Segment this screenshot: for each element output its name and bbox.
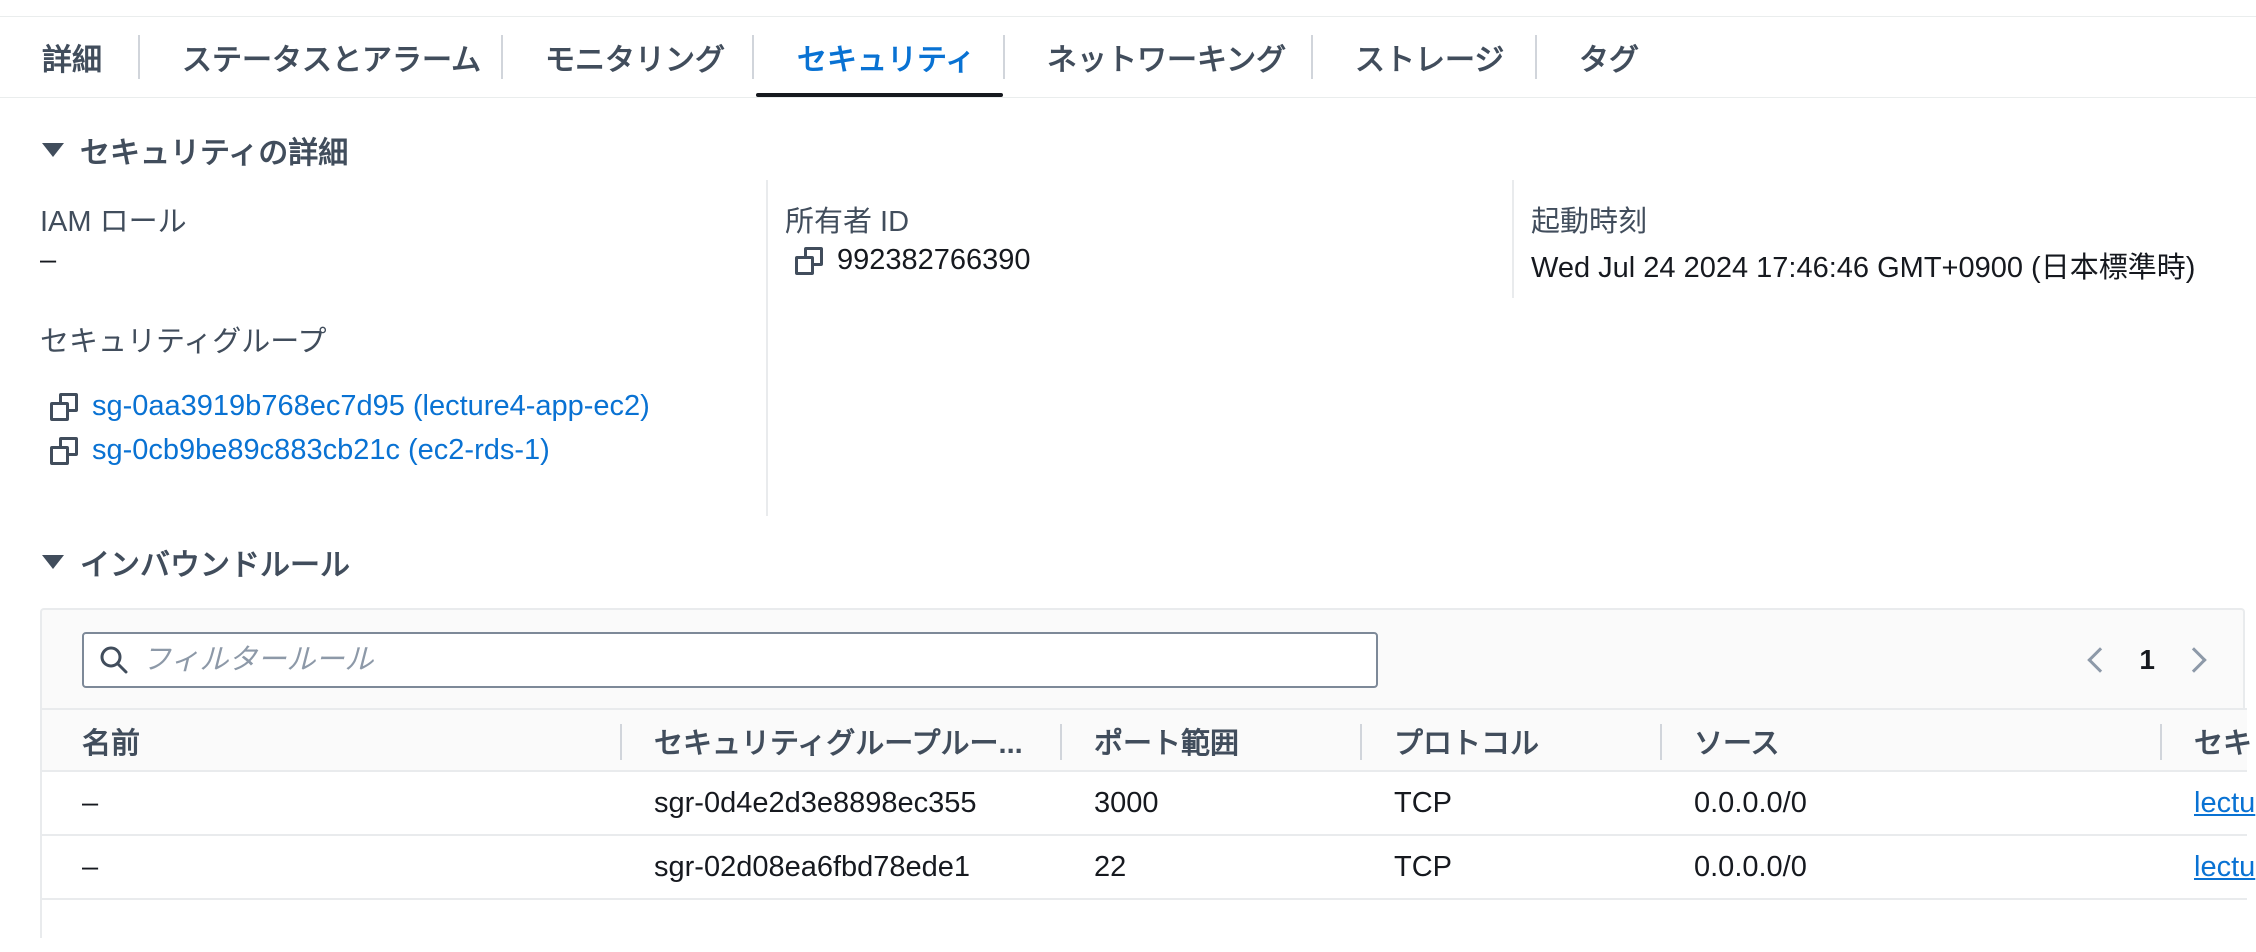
column-header-protocol[interactable]: プロトコル <box>1394 710 1539 772</box>
security-group-link[interactable]: sg-0aa3919b768ec7d95 (lecture4-app-ec2) <box>50 390 650 423</box>
copy-icon[interactable] <box>50 436 78 465</box>
owner-id-value: 992382766390 <box>837 244 1031 276</box>
chevron-left-icon[interactable] <box>2087 647 2114 673</box>
table-row: – sgr-0d4e2d3e8898ec355 3000 TCP 0.0.0.0… <box>42 772 2255 836</box>
owner-id-row: 992382766390 <box>795 244 1031 277</box>
column-divider <box>766 180 768 516</box>
tab-divider <box>1311 35 1313 79</box>
column-resizer[interactable] <box>1660 724 1662 760</box>
cell-protocol: TCP <box>1394 850 1452 883</box>
cell-name: – <box>82 850 99 883</box>
cell-name: – <box>82 786 99 819</box>
tab-tags[interactable]: タグ <box>1579 17 1639 97</box>
tab-divider <box>501 35 503 79</box>
column-resizer[interactable] <box>620 724 622 760</box>
filter-input[interactable] <box>142 643 1342 677</box>
tab-security[interactable]: セキュリティ <box>797 17 975 97</box>
cell-port: 22 <box>1094 850 1127 883</box>
column-divider <box>1512 180 1514 298</box>
inbound-rules-toggle[interactable]: インバウンドルール <box>42 542 350 582</box>
cell-protocol: TCP <box>1394 786 1452 819</box>
column-resizer[interactable] <box>2160 724 2162 760</box>
tab-details[interactable]: 詳細 <box>42 17 102 97</box>
cell-source: 0.0.0.0/0 <box>1694 850 1807 883</box>
cell-rule-id: sgr-0d4e2d3e8898ec355 <box>654 786 977 819</box>
iam-role-value: – <box>40 244 57 276</box>
column-header-source[interactable]: ソース <box>1694 710 1780 772</box>
page-number[interactable]: 1 <box>2139 644 2155 676</box>
security-groups-label: セキュリティグループ <box>40 326 327 358</box>
inbound-rules-heading: インバウンドルール <box>80 549 350 582</box>
security-group-link[interactable]: sg-0cb9be89c883cb21c (ec2-rds-1) <box>50 434 550 467</box>
pagination: 1 <box>2087 634 2207 686</box>
copy-icon[interactable] <box>795 246 823 275</box>
caret-down-icon <box>42 143 64 157</box>
tab-divider <box>1535 35 1537 79</box>
table-header: 名前 セキュリティグループルー... ポート範囲 プロトコル ソース セキ <box>42 708 2252 772</box>
inbound-rules-table: 1 名前 セキュリティグループルー... ポート範囲 プロトコル ソース セキ … <box>40 608 2255 940</box>
table-row: – sgr-02d08ea6fbd78ede1 22 TCP 0.0.0.0/0… <box>42 836 2255 900</box>
column-header-security-group[interactable]: セキ <box>2194 710 2252 772</box>
cell-port: 3000 <box>1094 786 1159 819</box>
tab-monitoring[interactable]: モニタリング <box>545 17 725 97</box>
tab-storage[interactable]: ストレージ <box>1355 17 1504 97</box>
column-header-port[interactable]: ポート範囲 <box>1094 710 1239 772</box>
iam-role-label: IAM ロール <box>40 206 187 238</box>
column-resizer[interactable] <box>1360 724 1362 760</box>
tab-bar: 詳細 ステータスとアラーム モニタリング セキュリティ ネットワーキング ストレ… <box>0 16 2256 98</box>
copy-icon[interactable] <box>50 392 78 421</box>
security-group-label[interactable]: sg-0aa3919b768ec7d95 (lecture4-app-ec2) <box>92 390 650 423</box>
cell-security-group-link[interactable]: lectu <box>2194 772 2255 834</box>
chevron-right-icon[interactable] <box>2181 647 2207 673</box>
tab-divider <box>1003 35 1005 79</box>
security-details-heading: セキュリティの詳細 <box>80 137 349 170</box>
column-header-name[interactable]: 名前 <box>82 710 140 772</box>
column-resizer[interactable] <box>1060 724 1062 760</box>
security-details-toggle[interactable]: セキュリティの詳細 <box>42 130 348 170</box>
tab-divider <box>138 35 140 79</box>
cell-source: 0.0.0.0/0 <box>1694 786 1807 819</box>
caret-down-icon <box>42 555 64 569</box>
column-header-rule-id[interactable]: セキュリティグループルー... <box>654 710 1023 772</box>
launch-time-value: Wed Jul 24 2024 17:46:46 GMT+0900 (日本標準時… <box>1531 252 2196 284</box>
table-footer-space <box>42 900 2247 940</box>
filter-field[interactable] <box>82 632 1378 688</box>
cell-rule-id: sgr-02d08ea6fbd78ede1 <box>654 850 971 883</box>
tab-status-alarms[interactable]: ステータスとアラーム <box>182 17 481 97</box>
launch-time-label: 起動時刻 <box>1531 206 1648 238</box>
search-icon <box>100 646 128 674</box>
owner-id-label: 所有者 ID <box>785 206 910 238</box>
tab-divider <box>752 35 754 79</box>
cell-security-group-link[interactable]: lectu <box>2194 836 2255 898</box>
tab-networking[interactable]: ネットワーキング <box>1047 17 1286 97</box>
security-group-label[interactable]: sg-0cb9be89c883cb21c (ec2-rds-1) <box>92 434 550 467</box>
active-tab-indicator <box>756 93 1003 97</box>
